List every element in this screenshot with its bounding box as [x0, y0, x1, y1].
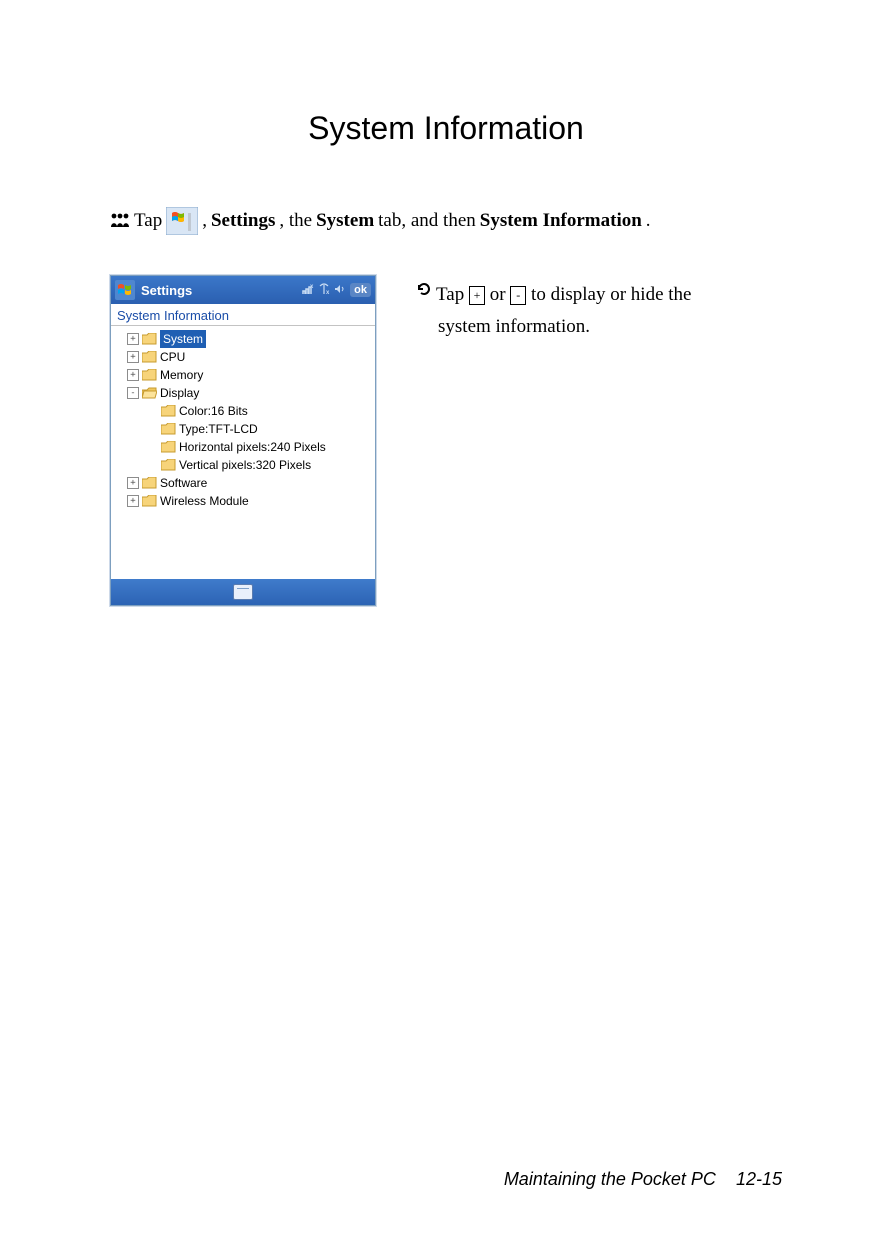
folder-open-icon — [142, 387, 157, 399]
instr-end: . — [646, 210, 651, 232]
folder-icon — [142, 351, 157, 363]
persons-icon — [110, 212, 130, 231]
footer-page: 12-15 — [736, 1169, 782, 1189]
sep1: , — [202, 210, 207, 232]
note-suffix: to display or hide the — [526, 284, 691, 305]
tree-node-cpu[interactable]: + CPU — [113, 348, 373, 366]
tree-node-hpixels[interactable]: Horizontal pixels:240 Pixels — [113, 438, 373, 456]
note-line2: system information. — [416, 311, 782, 343]
expand-icon[interactable]: + — [127, 351, 139, 363]
tree-label: Type:TFT-LCD — [179, 420, 258, 438]
tap-word: Tap — [134, 210, 162, 232]
folder-icon — [142, 369, 157, 381]
note-prefix: Tap — [436, 284, 469, 305]
tree-label: Display — [160, 384, 199, 402]
windows-start-icon[interactable] — [115, 280, 135, 300]
page-footer: Maintaining the Pocket PC 12-15 — [504, 1169, 782, 1190]
device-screenshot: Settings x x ok System Information — [110, 275, 376, 606]
tree-node-type[interactable]: Type:TFT-LCD — [113, 420, 373, 438]
app-header: System Information — [111, 304, 375, 326]
tree-node-software[interactable]: + Software — [113, 474, 373, 492]
refresh-icon — [416, 279, 432, 307]
sep2: , the — [279, 210, 312, 232]
tree-node-wireless[interactable]: + Wireless Module — [113, 492, 373, 510]
signal-icon: x — [302, 283, 314, 298]
system-information-word: System Information — [480, 210, 642, 232]
ok-button[interactable]: ok — [350, 283, 371, 297]
page-title: System Information — [110, 110, 782, 147]
settings-word: Settings — [211, 210, 275, 232]
expand-icon[interactable]: + — [127, 333, 139, 345]
device-bottombar — [111, 579, 375, 605]
tree-view[interactable]: + System + CPU + — [111, 326, 375, 579]
tree-label: Horizontal pixels:240 Pixels — [179, 438, 326, 456]
expand-icon[interactable]: + — [127, 495, 139, 507]
footer-text: Maintaining the Pocket PC — [504, 1169, 716, 1189]
tree-label: Memory — [160, 366, 203, 384]
instruction-line: Tap , Settings, the System tab, and then… — [110, 207, 782, 235]
tree-node-memory[interactable]: + Memory — [113, 366, 373, 384]
svg-text:x: x — [326, 290, 330, 295]
windows-start-icon — [166, 207, 198, 235]
tree-node-vpixels[interactable]: Vertical pixels:320 Pixels — [113, 456, 373, 474]
plus-box-icon: + — [469, 286, 485, 305]
note-mid: or — [485, 284, 510, 305]
system-tab-word: System — [316, 210, 374, 232]
antenna-icon: x — [318, 283, 330, 298]
tree-label: Color:16 Bits — [179, 402, 248, 420]
folder-icon — [142, 333, 157, 345]
note-column: Tap + or - to display or hide the system… — [416, 275, 782, 344]
minus-box-icon: - — [510, 286, 526, 305]
expand-icon[interactable]: + — [127, 369, 139, 381]
tree-label: CPU — [160, 348, 185, 366]
device-titlebar: Settings x x ok — [111, 276, 375, 304]
tree-node-system[interactable]: + System — [113, 330, 373, 348]
titlebar-status-icons: x x ok — [302, 283, 371, 298]
folder-icon — [161, 441, 176, 453]
speaker-icon — [334, 283, 346, 298]
svg-text:x: x — [310, 284, 314, 290]
tree-label: System — [160, 330, 206, 348]
tree-node-color[interactable]: Color:16 Bits — [113, 402, 373, 420]
titlebar-label: Settings — [141, 283, 296, 298]
sep3: tab, and then — [378, 210, 476, 232]
folder-icon — [142, 477, 157, 489]
folder-icon — [142, 495, 157, 507]
folder-icon — [161, 405, 176, 417]
collapse-icon[interactable]: - — [127, 387, 139, 399]
folder-icon — [161, 423, 176, 435]
keyboard-icon[interactable] — [233, 584, 253, 600]
tree-label: Vertical pixels:320 Pixels — [179, 456, 311, 474]
tree-node-display[interactable]: - Display — [113, 384, 373, 402]
folder-icon — [161, 459, 176, 471]
tree-label: Wireless Module — [160, 492, 249, 510]
tree-label: Software — [160, 474, 207, 492]
expand-icon[interactable]: + — [127, 477, 139, 489]
